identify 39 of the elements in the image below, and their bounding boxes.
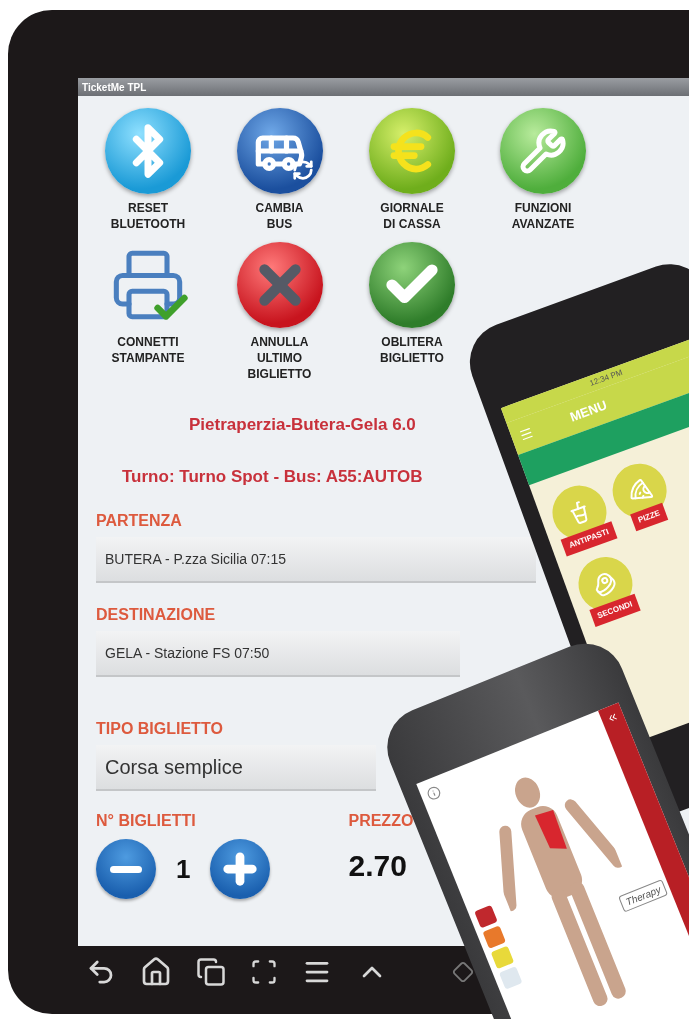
field-label: PARTENZA [96, 511, 182, 531]
euro-icon [369, 108, 455, 194]
home-icon[interactable] [140, 956, 172, 988]
status-time: 12:34 PM [588, 366, 625, 390]
action-button[interactable]: ANNULLA ULTIMO BIGLIETTO [213, 242, 346, 382]
checkmark-icon [369, 242, 455, 328]
color-swatch[interactable] [490, 945, 515, 970]
app-title: MENU [567, 396, 610, 427]
bus-icon [236, 108, 323, 194]
action-button[interactable]: GIORNALE DI CASSA [346, 108, 478, 232]
route-title: Pietraperzia-Butera-Gela 6.0 [188, 414, 416, 436]
color-swatch[interactable] [482, 925, 506, 949]
minus-button[interactable] [96, 839, 156, 899]
action-button[interactable]: OBLITERA BIGLIETTO [346, 242, 478, 382]
tools-icon [500, 108, 586, 194]
action-button[interactable]: RESET BLUETOOTH [83, 108, 213, 232]
window-title: TicketMe TPL [82, 80, 147, 95]
dropdown-field[interactable]: Corsa semplice [96, 745, 376, 791]
recent-apps-icon[interactable] [196, 957, 226, 987]
field-label: N° BIGLIETTI [96, 811, 196, 831]
color-swatch[interactable] [499, 966, 523, 990]
field-label: PREZZO [348, 811, 414, 831]
color-swatch[interactable] [474, 904, 498, 929]
price-value: 2.70 [348, 848, 407, 884]
dropdown-field[interactable]: GELA - Stazione FS 07:50 [96, 631, 460, 677]
screenshot-icon[interactable] [250, 958, 278, 986]
diamond-icon [452, 961, 474, 983]
shift-info: Turno: Turno Spot - Bus: A55:AUTOB [121, 465, 423, 488]
minus-icon [110, 865, 142, 873]
action-button[interactable]: FUNZIONI AVANZATE [478, 108, 608, 232]
field-label: TIPO BIGLIETTO [96, 719, 223, 739]
cross-icon [236, 242, 323, 328]
bluetooth-icon [105, 108, 191, 194]
plus-button[interactable] [210, 839, 271, 899]
action-button[interactable]: CONNETTI STAMPANTE [83, 242, 213, 382]
ticket-count: 1 [176, 852, 191, 886]
field-label: DESTINAZIONE [96, 605, 216, 625]
dropdown-field[interactable]: BUTERA - P.zza Sicilia 07:15 [96, 537, 536, 583]
action-button[interactable]: CAMBIA BUS [213, 108, 346, 232]
